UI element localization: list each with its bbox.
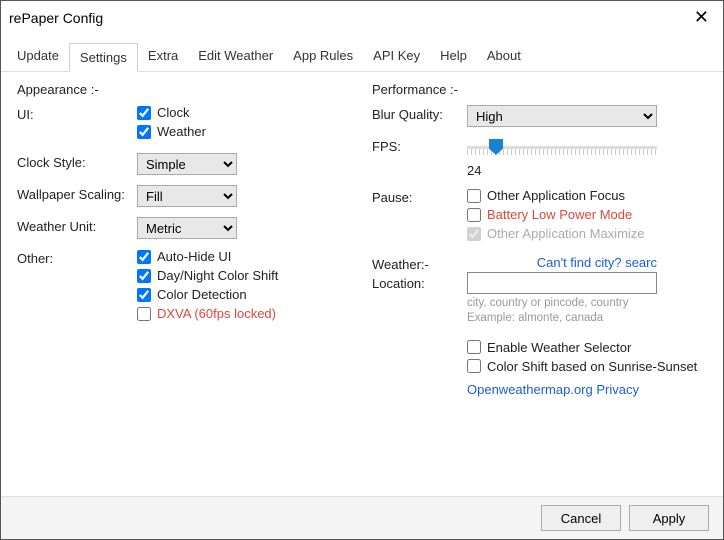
pause-battery-checkbox[interactable]: Battery Low Power Mode	[467, 207, 707, 222]
weather-unit-label: Weather Unit:	[17, 217, 137, 234]
performance-heading: Performance :-	[372, 82, 707, 97]
settings-panel: Appearance :- UI: Clock Weather Clock St…	[1, 72, 723, 496]
tab-extra[interactable]: Extra	[138, 42, 188, 71]
pause-maximize-checkbox: Other Application Maximize	[467, 226, 707, 241]
tab-api-key[interactable]: API Key	[363, 42, 430, 71]
pause-focus-checkbox[interactable]: Other Application Focus	[467, 188, 707, 203]
right-column: Performance :- Blur Quality: High FPS: 2…	[362, 82, 707, 486]
location-hint: city, country or pincode, countryExample…	[467, 296, 667, 326]
tab-update[interactable]: Update	[7, 42, 69, 71]
tab-bar: UpdateSettingsExtraEdit WeatherApp Rules…	[1, 42, 723, 72]
openweathermap-privacy-link[interactable]: Openweathermap.org Privacy	[467, 382, 707, 397]
ui-clock-checkbox[interactable]: Clock	[137, 105, 352, 120]
enable-weather-selector-checkbox[interactable]: Enable Weather Selector	[467, 340, 707, 355]
titlebar: rePaper Config ✕	[1, 1, 723, 34]
clock-style-select[interactable]: Simple	[137, 153, 237, 175]
daynight-checkbox[interactable]: Day/Night Color Shift	[137, 268, 352, 283]
tab-app-rules[interactable]: App Rules	[283, 42, 363, 71]
apply-button[interactable]: Apply	[629, 505, 709, 531]
fps-value: 24	[467, 163, 707, 178]
dxva-checkbox[interactable]: DXVA (60fps locked)	[137, 306, 352, 321]
close-icon[interactable]: ✕	[688, 7, 715, 28]
other-label: Other:	[17, 249, 137, 266]
left-column: Appearance :- UI: Clock Weather Clock St…	[17, 82, 362, 486]
pause-label: Pause:	[372, 188, 467, 205]
tab-settings[interactable]: Settings	[69, 43, 138, 72]
window-title: rePaper Config	[9, 10, 103, 26]
auto-hide-checkbox[interactable]: Auto-Hide UI	[137, 249, 352, 264]
tab-help[interactable]: Help	[430, 42, 477, 71]
ui-label: UI:	[17, 105, 137, 122]
footer: Cancel Apply	[1, 496, 723, 539]
find-city-link[interactable]: Can't find city? searc	[467, 255, 657, 270]
cancel-button[interactable]: Cancel	[541, 505, 621, 531]
clock-style-label: Clock Style:	[17, 153, 137, 170]
sunrise-color-shift-checkbox[interactable]: Color Shift based on Sunrise-Sunset	[467, 359, 707, 374]
weather-heading: Weather:-	[372, 257, 467, 272]
wallpaper-scaling-select[interactable]: Fill	[137, 185, 237, 207]
appearance-heading: Appearance :-	[17, 82, 352, 97]
fps-slider[interactable]	[467, 139, 657, 157]
location-input[interactable]	[467, 272, 657, 294]
color-detection-checkbox[interactable]: Color Detection	[137, 287, 352, 302]
config-window: rePaper Config ✕ UpdateSettingsExtraEdit…	[0, 0, 724, 540]
ui-weather-checkbox[interactable]: Weather	[137, 124, 352, 139]
tab-about[interactable]: About	[477, 42, 531, 71]
blur-quality-label: Blur Quality:	[372, 105, 467, 122]
location-label: Location:	[372, 276, 467, 291]
fps-label: FPS:	[372, 137, 467, 154]
tab-edit-weather[interactable]: Edit Weather	[188, 42, 283, 71]
weather-unit-select[interactable]: Metric	[137, 217, 237, 239]
blur-quality-select[interactable]: High	[467, 105, 657, 127]
wallpaper-scaling-label: Wallpaper Scaling:	[17, 185, 137, 202]
